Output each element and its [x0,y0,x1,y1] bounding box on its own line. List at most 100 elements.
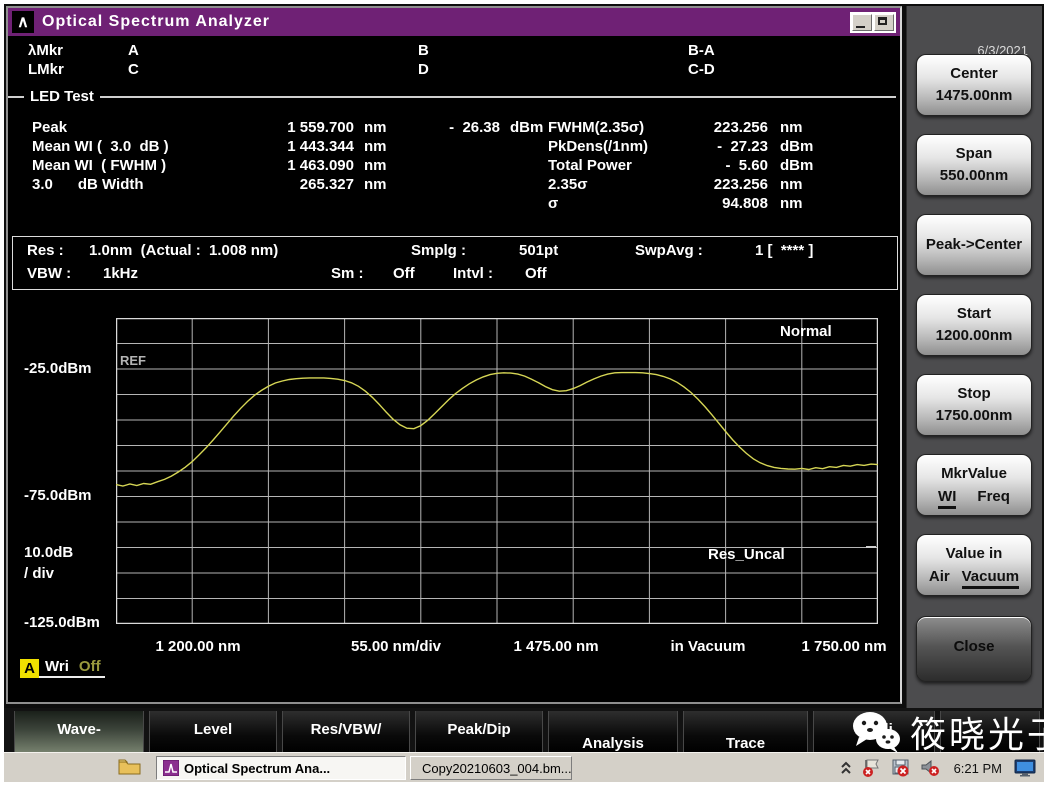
smplg-value: 501pt [519,242,559,259]
tab-peak-dip[interactable]: Peak/Dip [415,711,543,752]
row-value: 265.327 [299,176,354,193]
swpavg-value: 1 [ **** ] [755,242,814,259]
row-value: - 5.60 [725,157,768,174]
peak-to-center-button[interactable]: Peak->Center [916,214,1032,276]
chevron-up-icon[interactable] [840,760,852,776]
tab-level[interactable]: Level [149,711,277,752]
row-extra-unit: dBm [510,119,544,136]
mkr-label: LMkr [28,61,64,78]
button-label: Value in [945,545,1003,562]
button-value: 1200.00nm [935,327,1013,344]
maximize-button[interactable] [874,13,894,31]
row-label: Total Power [548,157,632,174]
tab-label: Analysis [582,735,644,752]
y-axis-scale-line2: / div [24,565,55,582]
app-icon: ∧ [12,11,34,33]
span-button[interactable]: Span 550.00nm [916,134,1032,196]
analysis-section-title: LED Test [30,88,94,105]
softkey-panel: 6/3/2021 18:21:50 Center 1475.00nm Span … [906,6,1042,712]
spectrum-plot-svg [116,318,878,624]
tab-analysis[interactable]: Analysis [548,711,678,752]
close-button[interactable]: Close [916,616,1032,682]
analysis-row-fwhm: FWHM(2.35σ) 223.256 nm [548,118,813,137]
window-title: Optical Spectrum Analyzer [42,13,271,30]
tab-application[interactable]: Appli [813,711,935,752]
window-controls [850,11,896,33]
folder-icon[interactable] [118,757,142,777]
function-tab-bar: Wave- Level Res/VBW/ Peak/Dip Analysis T… [4,708,1044,752]
center-button[interactable]: Center 1475.00nm [916,54,1032,116]
button-label: Span [955,145,993,162]
row-extra-value: - 26.38 [449,119,500,136]
value-in-toggle-button[interactable]: Value in Air Vacuum [916,534,1032,596]
row-unit: dBm [780,157,814,174]
rule-line [99,95,896,98]
clock[interactable]: 6:21 PM [954,761,1002,776]
tab-trace[interactable]: Trace [683,711,808,752]
option-frequency[interactable]: Freq [977,488,1010,509]
mkr-d: D [418,61,429,78]
row-label: Peak [32,119,68,136]
row-unit: nm [364,176,387,193]
sm-value: Off [393,265,415,282]
vbw-label: VBW : [27,265,72,282]
analysis-row-235sigma: 2.35σ 223.256 nm [548,175,813,194]
row-label: σ [548,195,559,212]
row-label: FWHM(2.35σ) [548,119,645,136]
stop-button[interactable]: Stop 1750.00nm [916,374,1032,436]
row-unit: nm [364,138,387,155]
option-air[interactable]: Air [929,568,950,589]
row-unit: nm [364,119,387,136]
start-button[interactable]: Start 1200.00nm [916,294,1032,356]
row-unit: nm [780,176,803,193]
trace-off-label: Off [78,658,101,675]
tab-res-vbw[interactable]: Res/VBW/ [282,711,410,752]
row-value: 223.256 [713,176,768,193]
row-value: 1 463.090 [287,157,354,174]
analysis-left-block: Peak 1 559.700 nm - 26.38 dBm Mean WI ( … [32,118,543,194]
y-axis-label-mid: -75.0dBm [24,487,92,504]
display-icon[interactable] [1014,758,1036,778]
taskbar-task-image[interactable]: Copy20210603_004.bm... [410,756,572,780]
flag-error-icon[interactable] [860,758,882,778]
row-unit: dBm [780,138,814,155]
y-axis-label-bottom: -125.0dBm [24,614,100,631]
mkr-c-d: C-D [688,61,715,78]
intvl-value: Off [525,265,547,282]
trace-write-state: Wri Off [39,658,105,678]
ref-level-label: REF [120,353,146,368]
analysis-section-header: LED Test [8,88,896,105]
osa-content: λMkr A B B-A LMkr C D C-D LED Test Peak [8,36,900,702]
mkr-b-a: B-A [688,42,715,59]
analysis-row-meanwl-3db: Mean WI ( 3.0 dB ) 1 443.344 nm [32,137,543,156]
option-wavelength[interactable]: WI [938,488,957,509]
disk-error-icon[interactable] [890,758,912,778]
button-label: Center [950,65,998,82]
x-axis-scale-label: 55.00 nm/div [350,638,442,655]
taskbar: Optical Spectrum Ana... Copy20210603_004… [4,752,1044,782]
swpavg-label: SwpAvg : [635,242,703,259]
analysis-row-meanwl-fwhm: Mean WI ( FWHM ) 1 463.090 nm [32,156,543,175]
sm-label: Sm : [331,265,364,282]
option-vacuum[interactable]: Vacuum [961,568,1020,589]
row-value: 94.808 [722,195,768,212]
app-icon-glyph: ∧ [17,14,29,31]
taskbar-task-osa[interactable]: Optical Spectrum Ana... [156,756,406,780]
analysis-row-totalpower: Total Power - 5.60 dBm [548,156,813,175]
rule-segment [8,95,24,98]
mkr-c: C [128,61,139,78]
button-value: 550.00nm [939,167,1009,184]
speaker-muted-icon[interactable] [920,758,942,778]
row-label: 2.35σ [548,176,588,193]
title-bar[interactable]: ∧ Optical Spectrum Analyzer [8,8,900,36]
minimize-button[interactable] [852,13,872,31]
desktop: ∧ Optical Spectrum Analyzer λMkr A B B-A… [4,4,1048,782]
marker-value-toggle-button[interactable]: MkrValue WI Freq [916,454,1032,516]
spectrum-plot [116,318,878,624]
tab-spacer [940,711,1040,752]
marker-row-wavelength: λMkr A B B-A [8,42,908,59]
sweep-settings-box: Res : 1.0nm (Actual : 1.008 nm) Smplg : … [12,236,898,290]
mkr-label: λMkr [28,42,64,59]
tab-wave[interactable]: Wave- [14,711,144,752]
button-value: 1475.00nm [935,87,1013,104]
